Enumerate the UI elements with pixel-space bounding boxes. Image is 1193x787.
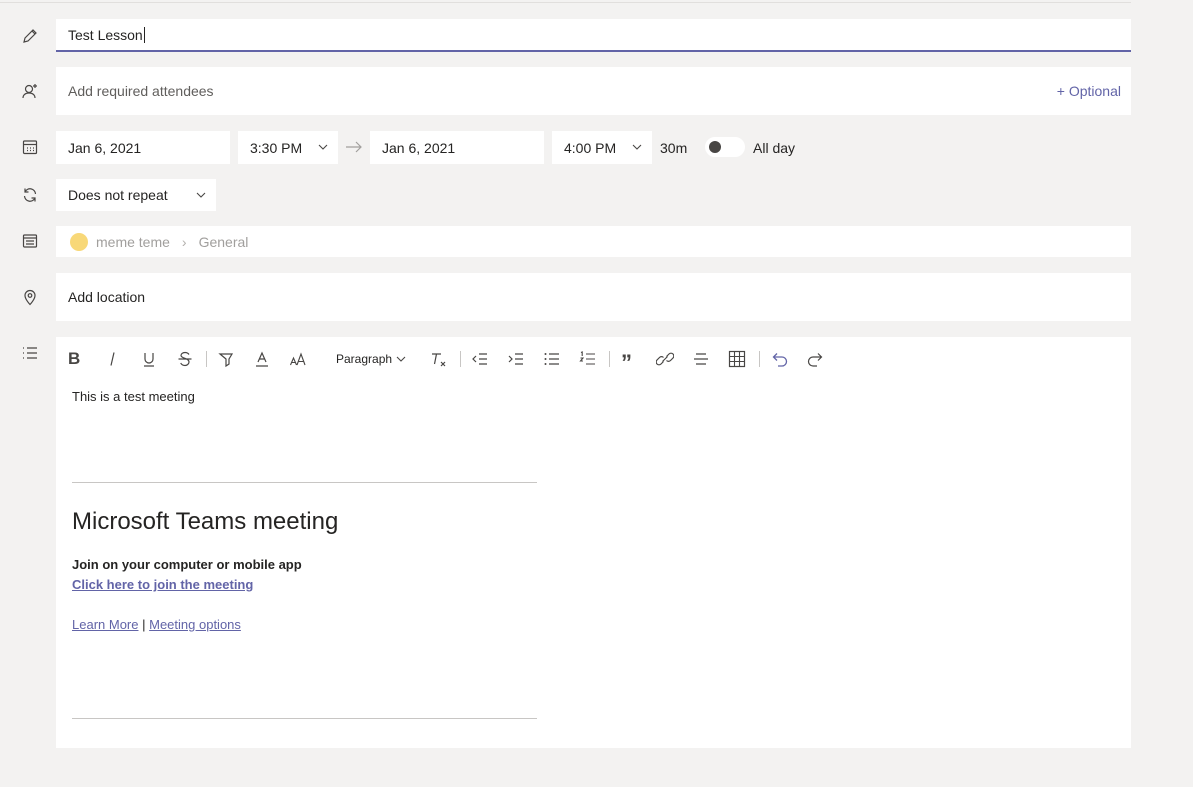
meeting-description[interactable]: This is a test meeting (72, 389, 195, 404)
bulleted-list-icon (544, 353, 559, 365)
chevron-down-icon (632, 144, 642, 150)
highlight-button[interactable] (217, 349, 235, 369)
font-color-button[interactable] (253, 349, 271, 369)
team-name: meme teme (96, 233, 170, 250)
decrease-indent-icon (472, 353, 487, 365)
italic-button[interactable] (104, 349, 122, 369)
channel-name: General (198, 233, 249, 250)
strikethrough-icon (178, 351, 192, 367)
pencil-icon (21, 27, 39, 45)
start-time-dropdown[interactable]: 3:30 PM (238, 131, 338, 164)
meeting-links: Learn More | Meeting options (72, 617, 241, 632)
chevron-down-icon (396, 356, 406, 362)
repeat-dropdown[interactable]: Does not repeat (56, 179, 216, 211)
end-time-dropdown[interactable]: 4:00 PM (552, 131, 652, 164)
redo-icon (807, 353, 823, 367)
learn-more-link[interactable]: Learn More (72, 617, 138, 632)
bulleted-list-button[interactable] (543, 349, 561, 369)
separator-line (72, 718, 537, 719)
link-icon (656, 352, 674, 366)
undo-icon (772, 353, 788, 367)
end-date-value: Jan 6, 2021 (382, 139, 456, 156)
attendees-placeholder: Add required attendees (68, 83, 214, 99)
highlighter-icon (218, 353, 234, 368)
channel-picker[interactable]: meme teme › General (56, 226, 1131, 257)
table-icon (728, 350, 746, 368)
formatting-toolbar: B Paragraph ” (56, 349, 856, 374)
clear-formatting-icon (432, 353, 446, 367)
paragraph-style-dropdown[interactable]: Paragraph (336, 349, 406, 369)
bold-button[interactable]: B (68, 349, 80, 369)
title-input-value: Test Lesson (68, 26, 143, 43)
chevron-right-icon: › (181, 233, 187, 250)
team-avatar-icon (70, 232, 88, 251)
title-input[interactable]: Test Lesson (56, 19, 1131, 52)
location-pin-icon (21, 288, 39, 306)
undo-button[interactable] (771, 349, 789, 369)
all-day-toggle[interactable] (705, 137, 745, 157)
insert-table-button[interactable] (728, 349, 746, 369)
separator-line (72, 482, 537, 483)
arrow-right-icon (346, 141, 362, 153)
decrease-indent-button[interactable] (471, 349, 489, 369)
details-list-icon (21, 344, 39, 362)
end-date-picker[interactable]: Jan 6, 2021 (370, 131, 544, 164)
link-button[interactable] (656, 349, 674, 369)
top-divider (0, 2, 1131, 3)
toolbar-divider (206, 351, 207, 367)
horizontal-rule-icon (694, 353, 708, 365)
italic-icon (110, 352, 115, 366)
clear-formatting-button[interactable] (430, 349, 448, 369)
numbered-list-icon (579, 351, 595, 365)
teams-meeting-heading: Microsoft Teams meeting (72, 508, 339, 535)
underline-icon (144, 353, 154, 367)
toolbar-divider (609, 351, 610, 367)
toolbar-divider (460, 351, 461, 367)
toolbar-divider (759, 351, 760, 367)
quote-icon: ” (621, 350, 632, 375)
font-size-icon (289, 352, 306, 366)
redo-button[interactable] (806, 349, 824, 369)
optional-attendees-button[interactable]: + Optional (1057, 83, 1121, 99)
start-date-picker[interactable]: Jan 6, 2021 (56, 131, 230, 164)
increase-indent-button[interactable] (507, 349, 525, 369)
bold-icon: B (68, 349, 81, 368)
repeat-icon (21, 186, 39, 204)
end-time-value: 4:00 PM (564, 139, 617, 156)
attendees-input[interactable]: Add required attendees + Optional (56, 67, 1131, 115)
numbered-list-button[interactable] (579, 349, 597, 369)
link-divider: | (142, 617, 146, 632)
horizontal-rule-button[interactable] (692, 349, 710, 369)
quote-button[interactable]: ” (621, 349, 632, 374)
all-day-label: All day (753, 140, 796, 156)
channel-icon (21, 232, 39, 250)
paragraph-label: Paragraph (336, 352, 393, 366)
font-size-button[interactable] (289, 349, 307, 369)
increase-indent-icon (508, 353, 523, 365)
start-time-value: 3:30 PM (250, 139, 303, 156)
underline-button[interactable] (140, 349, 158, 369)
chevron-down-icon (196, 192, 206, 198)
calendar-icon (21, 138, 39, 156)
location-placeholder: Add location (68, 289, 146, 305)
add-person-icon (21, 82, 39, 100)
meeting-details-editor[interactable]: B Paragraph ” This is a test meeting Mic… (56, 337, 1131, 748)
duration-label: 30m (660, 140, 688, 156)
meeting-options-link[interactable]: Meeting options (149, 617, 241, 632)
text-cursor (143, 26, 145, 43)
join-meeting-link[interactable]: Click here to join the meeting (72, 577, 253, 592)
font-color-icon (256, 351, 268, 367)
chevron-down-icon (318, 144, 328, 150)
location-input[interactable]: Add location (56, 273, 1131, 321)
repeat-value: Does not repeat (68, 187, 168, 203)
start-date-value: Jan 6, 2021 (68, 139, 142, 156)
toggle-knob (709, 141, 721, 153)
join-heading: Join on your computer or mobile app (72, 557, 302, 572)
strikethrough-button[interactable] (176, 349, 194, 369)
